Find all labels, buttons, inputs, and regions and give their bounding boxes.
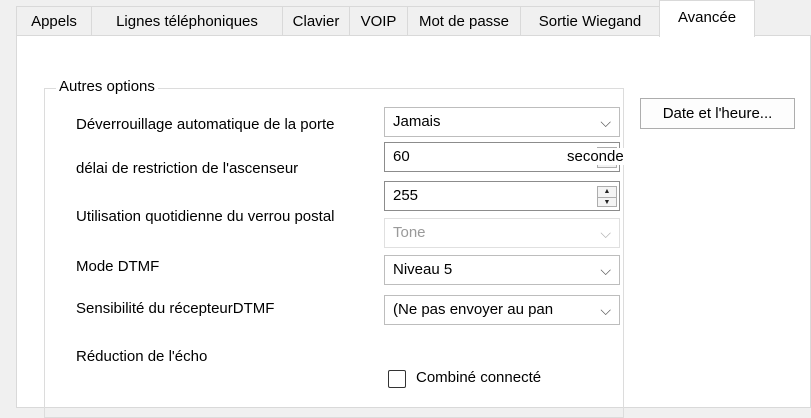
tab-bar: Appels Lignes téléphoniques Clavier VOIP… [0,0,811,37]
dtmf-sensitivity-label: Sensibilité du récepteurDTMF [76,300,275,317]
chevron-down-icon: ⌵ [600,302,611,318]
mailbox-lock-value: 255 [393,187,419,204]
mailbox-lock-label: Utilisation quotidienne du verrou postal [76,208,335,225]
spin-down-icon[interactable]: ▼ [598,198,616,208]
chevron-down-icon: ⌵ [600,114,611,130]
dtmf-sensitivity-select[interactable]: (Ne pas envoyer au pan ⌵ [384,295,620,325]
spin-up-icon[interactable]: ▲ [598,187,616,198]
mailbox-lock-spinner[interactable]: ▲ ▼ [597,186,617,207]
date-time-button[interactable]: Date et l'heure... [640,98,795,129]
tab-clavier[interactable]: Clavier [282,6,350,36]
tab-voip[interactable]: VOIP [349,6,408,36]
tab-lignes-telephoniques[interactable]: Lignes téléphoniques [91,6,283,36]
dtmf-mode-select[interactable]: Niveau 5 ⌵ [384,255,620,285]
dtmf-sensitivity-value: (Ne pas envoyer au pan [393,301,554,318]
auto-unlock-value: Jamais [393,113,441,130]
mailbox-lock-input[interactable]: 255 ▲ ▼ [384,181,620,211]
group-title: Autres options [56,78,158,95]
tab-sortie-wiegand[interactable]: Sortie Wiegand [520,6,660,36]
elevator-delay-unit: seconde [567,148,624,165]
chevron-down-icon: ⌵ [600,225,611,241]
chevron-down-icon: ⌵ [600,262,611,278]
elevator-delay-value: 60 [393,148,410,165]
dtmf-mode-label: Mode DTMF [76,258,160,275]
handset-connected-label[interactable]: Combiné connecté [416,369,541,386]
handset-connected-checkbox[interactable] [388,370,406,388]
auto-unlock-select[interactable]: Jamais ⌵ [384,107,620,137]
dtmf-type-select: Tone ⌵ [384,218,620,248]
auto-unlock-label: Déverrouillage automatique de la porte [76,116,335,133]
echo-reduction-label: Réduction de l'écho [76,348,208,365]
elevator-delay-label: délai de restriction de l'ascenseur [76,160,299,177]
tab-mot-de-passe[interactable]: Mot de passe [407,6,521,36]
tab-avancee[interactable]: Avancée [659,0,755,37]
tab-appels[interactable]: Appels [16,6,92,36]
dtmf-type-value: Tone [393,224,426,241]
dtmf-mode-value: Niveau 5 [393,261,453,278]
